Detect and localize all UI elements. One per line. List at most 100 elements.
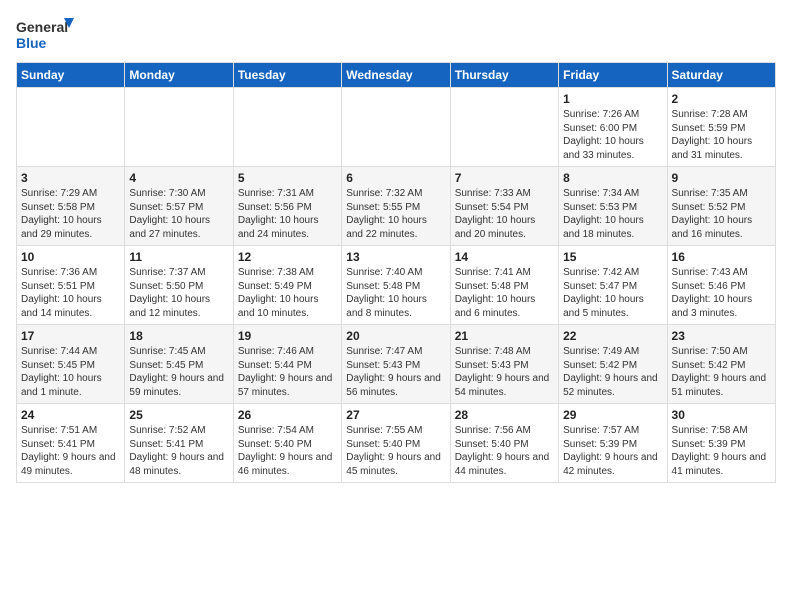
day-info: Sunrise: 7:48 AM Sunset: 5:43 PM Dayligh… xyxy=(455,345,554,399)
day-info: Sunrise: 7:56 AM Sunset: 5:40 PM Dayligh… xyxy=(455,424,554,478)
day-info: Sunrise: 7:49 AM Sunset: 5:42 PM Dayligh… xyxy=(563,345,662,399)
day-cell: 22 Sunrise: 7:49 AM Sunset: 5:42 PM Dayli… xyxy=(559,325,667,404)
day-number: 14 xyxy=(455,250,554,264)
day-info: Sunrise: 7:58 AM Sunset: 5:39 PM Dayligh… xyxy=(672,424,771,478)
day-number: 4 xyxy=(129,171,228,185)
day-info: Sunrise: 7:55 AM Sunset: 5:40 PM Dayligh… xyxy=(346,424,445,478)
day-number: 2 xyxy=(672,92,771,106)
day-number: 29 xyxy=(563,408,662,422)
day-number: 17 xyxy=(21,329,120,343)
day-info: Sunrise: 7:36 AM Sunset: 5:51 PM Dayligh… xyxy=(21,266,120,320)
column-header-tuesday: Tuesday xyxy=(233,63,341,88)
day-number: 11 xyxy=(129,250,228,264)
day-info: Sunrise: 7:51 AM Sunset: 5:41 PM Dayligh… xyxy=(21,424,120,478)
day-info: Sunrise: 7:38 AM Sunset: 5:49 PM Dayligh… xyxy=(238,266,337,320)
day-info: Sunrise: 7:29 AM Sunset: 5:58 PM Dayligh… xyxy=(21,187,120,241)
day-info: Sunrise: 7:26 AM Sunset: 6:00 PM Dayligh… xyxy=(563,108,662,162)
column-header-wednesday: Wednesday xyxy=(342,63,450,88)
day-cell xyxy=(17,88,125,167)
day-info: Sunrise: 7:42 AM Sunset: 5:47 PM Dayligh… xyxy=(563,266,662,320)
day-number: 6 xyxy=(346,171,445,185)
week-row-3: 10 Sunrise: 7:36 AM Sunset: 5:51 PM Dayli… xyxy=(17,246,776,325)
day-info: Sunrise: 7:52 AM Sunset: 5:41 PM Dayligh… xyxy=(129,424,228,478)
day-cell: 16Sunrise: 7:43 AM Sunset: 5:46 PM Dayli… xyxy=(667,246,775,325)
day-cell: 6 Sunrise: 7:32 AM Sunset: 5:55 PM Daylig… xyxy=(342,167,450,246)
day-number: 20 xyxy=(346,329,445,343)
day-cell: 29 Sunrise: 7:57 AM Sunset: 5:39 PM Dayli… xyxy=(559,404,667,483)
day-cell: 19 Sunrise: 7:46 AM Sunset: 5:44 PM Dayli… xyxy=(233,325,341,404)
logo-svg: GeneralBlue xyxy=(16,16,76,54)
day-cell: 10 Sunrise: 7:36 AM Sunset: 5:51 PM Dayli… xyxy=(17,246,125,325)
day-number: 9 xyxy=(672,171,771,185)
day-number: 19 xyxy=(238,329,337,343)
day-number: 13 xyxy=(346,250,445,264)
day-cell: 20 Sunrise: 7:47 AM Sunset: 5:43 PM Dayli… xyxy=(342,325,450,404)
day-number: 5 xyxy=(238,171,337,185)
day-cell: 26Sunrise: 7:54 AM Sunset: 5:40 PM Dayli… xyxy=(233,404,341,483)
day-number: 25 xyxy=(129,408,228,422)
day-number: 8 xyxy=(563,171,662,185)
day-cell: 30 Sunrise: 7:58 AM Sunset: 5:39 PM Dayli… xyxy=(667,404,775,483)
day-cell: 9 Sunrise: 7:35 AM Sunset: 5:52 PM Daylig… xyxy=(667,167,775,246)
day-number: 1 xyxy=(563,92,662,106)
day-number: 26 xyxy=(238,408,337,422)
day-number: 18 xyxy=(129,329,228,343)
day-cell: 28 Sunrise: 7:56 AM Sunset: 5:40 PM Dayli… xyxy=(450,404,558,483)
day-cell: 8 Sunrise: 7:34 AM Sunset: 5:53 PM Daylig… xyxy=(559,167,667,246)
logo: GeneralBlue xyxy=(16,16,76,54)
column-header-monday: Monday xyxy=(125,63,233,88)
day-cell: 18 Sunrise: 7:45 AM Sunset: 5:45 PM Dayli… xyxy=(125,325,233,404)
svg-text:Blue: Blue xyxy=(16,35,47,51)
day-info: Sunrise: 7:47 AM Sunset: 5:43 PM Dayligh… xyxy=(346,345,445,399)
day-cell: 21 Sunrise: 7:48 AM Sunset: 5:43 PM Dayli… xyxy=(450,325,558,404)
column-header-friday: Friday xyxy=(559,63,667,88)
day-cell: 17 Sunrise: 7:44 AM Sunset: 5:45 PM Dayli… xyxy=(17,325,125,404)
day-cell: 14 Sunrise: 7:41 AM Sunset: 5:48 PM Dayli… xyxy=(450,246,558,325)
day-number: 16 xyxy=(672,250,771,264)
day-cell: 27Sunrise: 7:55 AM Sunset: 5:40 PM Dayli… xyxy=(342,404,450,483)
page-header: GeneralBlue xyxy=(16,16,776,54)
day-info: Sunrise: 7:46 AM Sunset: 5:44 PM Dayligh… xyxy=(238,345,337,399)
day-number: 10 xyxy=(21,250,120,264)
day-info: Sunrise: 7:40 AM Sunset: 5:48 PM Dayligh… xyxy=(346,266,445,320)
day-info: Sunrise: 7:45 AM Sunset: 5:45 PM Dayligh… xyxy=(129,345,228,399)
day-cell: 12Sunrise: 7:38 AM Sunset: 5:49 PM Dayli… xyxy=(233,246,341,325)
svg-text:General: General xyxy=(16,19,68,35)
day-cell xyxy=(450,88,558,167)
day-info: Sunrise: 7:41 AM Sunset: 5:48 PM Dayligh… xyxy=(455,266,554,320)
calendar-table: SundayMondayTuesdayWednesdayThursdayFrid… xyxy=(16,62,776,483)
day-info: Sunrise: 7:34 AM Sunset: 5:53 PM Dayligh… xyxy=(563,187,662,241)
day-cell xyxy=(342,88,450,167)
day-cell: 11Sunrise: 7:37 AM Sunset: 5:50 PM Dayli… xyxy=(125,246,233,325)
day-number: 23 xyxy=(672,329,771,343)
column-header-sunday: Sunday xyxy=(17,63,125,88)
week-row-2: 3 Sunrise: 7:29 AM Sunset: 5:58 PM Daylig… xyxy=(17,167,776,246)
day-info: Sunrise: 7:35 AM Sunset: 5:52 PM Dayligh… xyxy=(672,187,771,241)
day-cell: 15 Sunrise: 7:42 AM Sunset: 5:47 PM Dayli… xyxy=(559,246,667,325)
week-row-4: 17 Sunrise: 7:44 AM Sunset: 5:45 PM Dayli… xyxy=(17,325,776,404)
day-cell: 2Sunrise: 7:28 AM Sunset: 5:59 PM Daylig… xyxy=(667,88,775,167)
day-number: 30 xyxy=(672,408,771,422)
day-cell: 7 Sunrise: 7:33 AM Sunset: 5:54 PM Daylig… xyxy=(450,167,558,246)
day-cell: 5Sunrise: 7:31 AM Sunset: 5:56 PM Daylig… xyxy=(233,167,341,246)
day-cell: 13 Sunrise: 7:40 AM Sunset: 5:48 PM Dayli… xyxy=(342,246,450,325)
day-info: Sunrise: 7:57 AM Sunset: 5:39 PM Dayligh… xyxy=(563,424,662,478)
day-cell: 24Sunrise: 7:51 AM Sunset: 5:41 PM Dayli… xyxy=(17,404,125,483)
day-number: 21 xyxy=(455,329,554,343)
column-header-thursday: Thursday xyxy=(450,63,558,88)
day-info: Sunrise: 7:32 AM Sunset: 5:55 PM Dayligh… xyxy=(346,187,445,241)
day-number: 3 xyxy=(21,171,120,185)
day-info: Sunrise: 7:33 AM Sunset: 5:54 PM Dayligh… xyxy=(455,187,554,241)
week-row-5: 24Sunrise: 7:51 AM Sunset: 5:41 PM Dayli… xyxy=(17,404,776,483)
day-info: Sunrise: 7:44 AM Sunset: 5:45 PM Dayligh… xyxy=(21,345,120,399)
day-number: 28 xyxy=(455,408,554,422)
day-cell: 3 Sunrise: 7:29 AM Sunset: 5:58 PM Daylig… xyxy=(17,167,125,246)
column-header-saturday: Saturday xyxy=(667,63,775,88)
day-number: 7 xyxy=(455,171,554,185)
day-cell: 25 Sunrise: 7:52 AM Sunset: 5:41 PM Dayli… xyxy=(125,404,233,483)
day-number: 15 xyxy=(563,250,662,264)
week-row-1: 1 Sunrise: 7:26 AM Sunset: 6:00 PM Daylig… xyxy=(17,88,776,167)
calendar-header-row: SundayMondayTuesdayWednesdayThursdayFrid… xyxy=(17,63,776,88)
day-cell xyxy=(125,88,233,167)
day-number: 22 xyxy=(563,329,662,343)
